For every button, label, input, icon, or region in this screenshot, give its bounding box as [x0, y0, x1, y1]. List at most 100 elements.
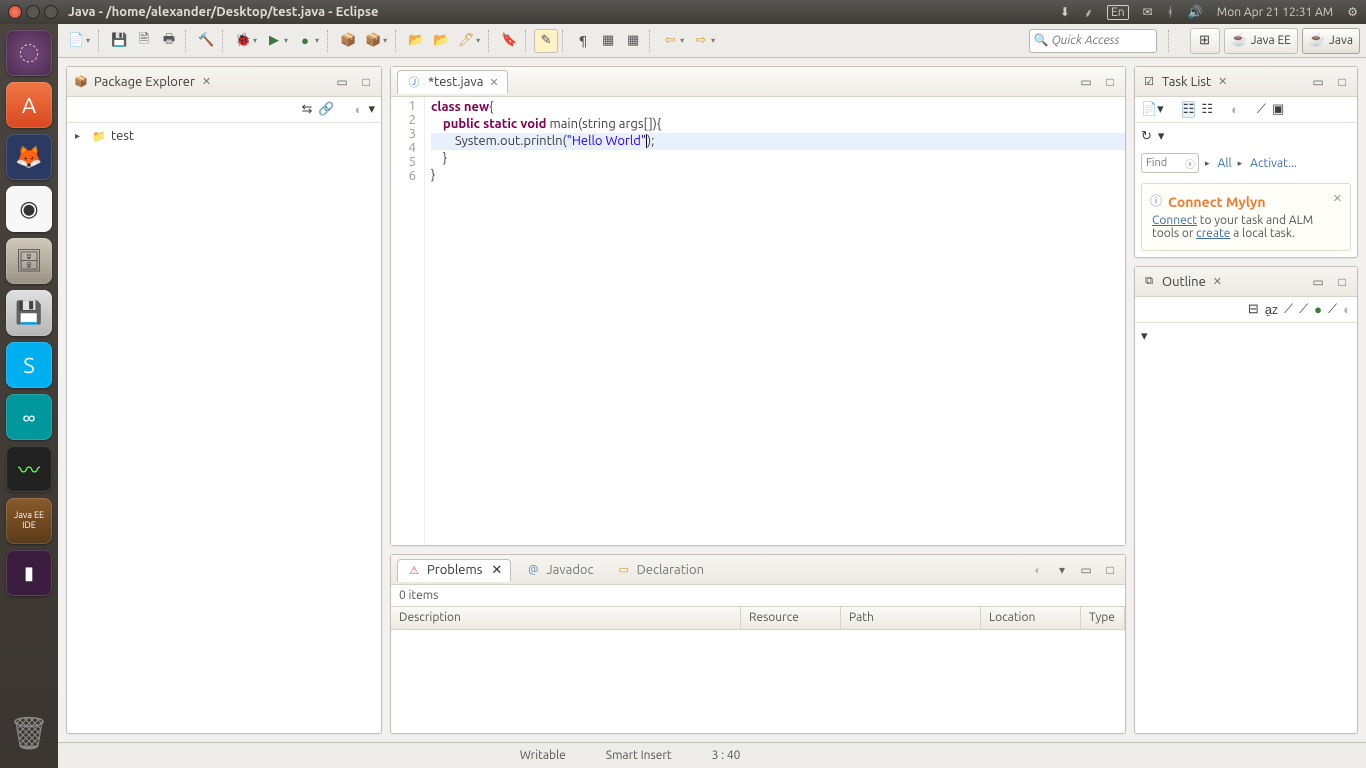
az-sort-button[interactable]: a͍z [1265, 302, 1278, 317]
close-banner-icon[interactable]: ✕ [1333, 192, 1342, 205]
clock[interactable]: Mon Apr 21 12:31 AM [1217, 6, 1333, 19]
activate-link[interactable]: Activat... [1250, 157, 1297, 170]
outline-max-button[interactable]: □ [1333, 273, 1351, 291]
eclipse-icon[interactable]: Java EEIDE [6, 498, 52, 544]
save-all-button[interactable]: 🗎 [132, 29, 156, 53]
problems-min-button[interactable]: ▭ [1077, 561, 1095, 579]
workspace-switcher-icon[interactable]: ▮ [6, 550, 52, 596]
minimize-view-button[interactable]: ▭ [333, 73, 351, 91]
files-icon[interactable]: 🗄 [6, 238, 52, 284]
keyboard-indicator[interactable]: En [1107, 5, 1129, 20]
all-link[interactable]: All [1218, 157, 1232, 170]
outline-body[interactable] [1135, 349, 1357, 733]
collapse-all-button[interactable]: ⇆ [302, 102, 313, 117]
window-close-button[interactable] [8, 5, 22, 19]
skype-icon[interactable]: S [6, 342, 52, 388]
focus-workweek-button[interactable]: ◐ [1231, 102, 1239, 117]
focus-task-button[interactable]: ◐ [355, 102, 363, 117]
new-class-button[interactable]: 📦▾ [361, 29, 391, 53]
categorized-button[interactable]: ☷ [1182, 101, 1196, 118]
disk-icon[interactable]: 💾 [6, 290, 52, 336]
maximize-view-button[interactable]: □ [357, 73, 375, 91]
close-problems-icon[interactable]: ✕ [491, 563, 502, 578]
editor-minimize-button[interactable]: ▭ [1077, 73, 1095, 91]
show-whitespace-button[interactable]: ¶ [571, 29, 595, 53]
new-package-button[interactable]: 📦 [336, 29, 360, 53]
toggle-mark-button[interactable]: ✎ [534, 29, 558, 53]
annotation-nav-button[interactable]: ▦ [596, 29, 620, 53]
declaration-tab[interactable]: ▭Declaration [608, 560, 712, 580]
new-button[interactable]: 📄▾ [64, 29, 94, 53]
column-header[interactable]: Path [841, 607, 981, 629]
quick-access[interactable] [1029, 29, 1157, 53]
volume-icon[interactable]: 🔊 [1188, 5, 1203, 19]
editor-maximize-button[interactable]: □ [1101, 73, 1119, 91]
system-monitor-icon[interactable]: 〰 [6, 446, 52, 492]
run-last-button[interactable]: ●▾ [293, 29, 323, 53]
code-editor[interactable]: 123456 class new{ public static void mai… [391, 97, 1125, 545]
problems-tab[interactable]: ⚠Problems✕ [397, 559, 511, 582]
problems-menu-button[interactable]: ▾ [1053, 561, 1071, 579]
perspective-javaee[interactable]: ☕Java EE [1224, 28, 1298, 54]
hide-fields-button[interactable]: ⟋ [1284, 302, 1293, 317]
close-outline-icon[interactable]: ✕ [1213, 275, 1222, 288]
open-task-button[interactable]: 📂 [429, 29, 453, 53]
quick-access-input[interactable] [1029, 29, 1157, 53]
link-editor-button[interactable]: 🔗 [318, 102, 334, 117]
outline-min-button[interactable]: ▭ [1309, 273, 1327, 291]
dash-icon[interactable]: ◌ [6, 30, 52, 76]
software-center-icon[interactable]: A [6, 82, 52, 128]
focus-outline-button[interactable]: ◐ [1343, 302, 1351, 317]
column-header[interactable]: Description [391, 607, 741, 629]
gear-icon[interactable]: ⚙ [1347, 5, 1358, 19]
run-button[interactable]: ▶▾ [262, 29, 292, 53]
package-tree[interactable]: ▸📁test [67, 123, 381, 733]
arduino-icon[interactable]: ∞ [6, 394, 52, 440]
window-maximize-button[interactable] [44, 5, 58, 19]
hide-nonpublic-button[interactable]: ● [1314, 302, 1322, 317]
hide-button[interactable]: ⟋ [1257, 102, 1266, 117]
tasklist-min-button[interactable]: ▭ [1309, 73, 1327, 91]
download-icon[interactable]: ⬇ [1060, 5, 1070, 19]
tasklist-max-button[interactable]: □ [1333, 73, 1351, 91]
chrome-icon[interactable]: ◉ [6, 186, 52, 232]
column-header[interactable]: Location [981, 607, 1081, 629]
collapse-button[interactable]: ▣ [1272, 102, 1284, 117]
back-button[interactable]: ⇦▾ [658, 29, 688, 53]
bluetooth-icon[interactable]: ᚼ [1167, 6, 1174, 19]
column-header[interactable]: Resource [741, 607, 841, 629]
view-menu-button[interactable]: ▾ [368, 102, 375, 117]
tree-item[interactable]: ▸📁test [75, 127, 373, 145]
window-minimize-button[interactable] [26, 5, 40, 19]
close-view-icon[interactable]: ✕ [202, 75, 211, 88]
problems-focus-button[interactable]: ◐ [1029, 561, 1047, 579]
perspective-java[interactable]: ☕Java [1302, 28, 1360, 54]
tasklist-menu-button[interactable]: ▾ [1158, 129, 1165, 144]
editor-tab[interactable]: Ⓙ *test.java ✕ [397, 70, 508, 94]
outline-menu-button[interactable]: ▾ [1141, 329, 1148, 344]
annotation-nav2-button[interactable]: ▦ [621, 29, 645, 53]
create-link[interactable]: create [1196, 227, 1230, 240]
hide-local-button[interactable]: ⟋ [1328, 302, 1337, 317]
problems-max-button[interactable]: □ [1101, 561, 1119, 579]
save-button[interactable]: 💾 [107, 29, 131, 53]
clear-find-icon[interactable]: ⓧ [1185, 156, 1195, 171]
sort-button[interactable]: ⊟ [1248, 302, 1259, 317]
search-button[interactable]: 🖊▾ [454, 29, 484, 53]
print-button[interactable]: 🖶 [157, 29, 181, 53]
close-tab-icon[interactable]: ✕ [489, 76, 498, 89]
open-type-button[interactable]: 📂 [404, 29, 428, 53]
open-perspective-button[interactable]: ⊞ [1190, 28, 1220, 54]
problems-body[interactable] [391, 630, 1125, 733]
firefox-icon[interactable]: 🦊 [6, 134, 52, 180]
hide-static-button[interactable]: ⟋ [1299, 302, 1308, 317]
mail-icon[interactable]: ✉ [1143, 5, 1153, 19]
close-tasklist-icon[interactable]: ✕ [1218, 75, 1227, 88]
column-header[interactable]: Type [1081, 607, 1125, 629]
trash-icon[interactable]: 🗑 [6, 710, 52, 756]
sync-button[interactable]: ↻ [1141, 129, 1152, 144]
toggle-breadcrumb-button[interactable]: 🔖 [497, 29, 521, 53]
wifi-icon[interactable]: ⸙ [1084, 4, 1093, 21]
code-content[interactable]: class new{ public static void main(strin… [425, 97, 1125, 545]
build-button[interactable]: 🔨 [194, 29, 218, 53]
